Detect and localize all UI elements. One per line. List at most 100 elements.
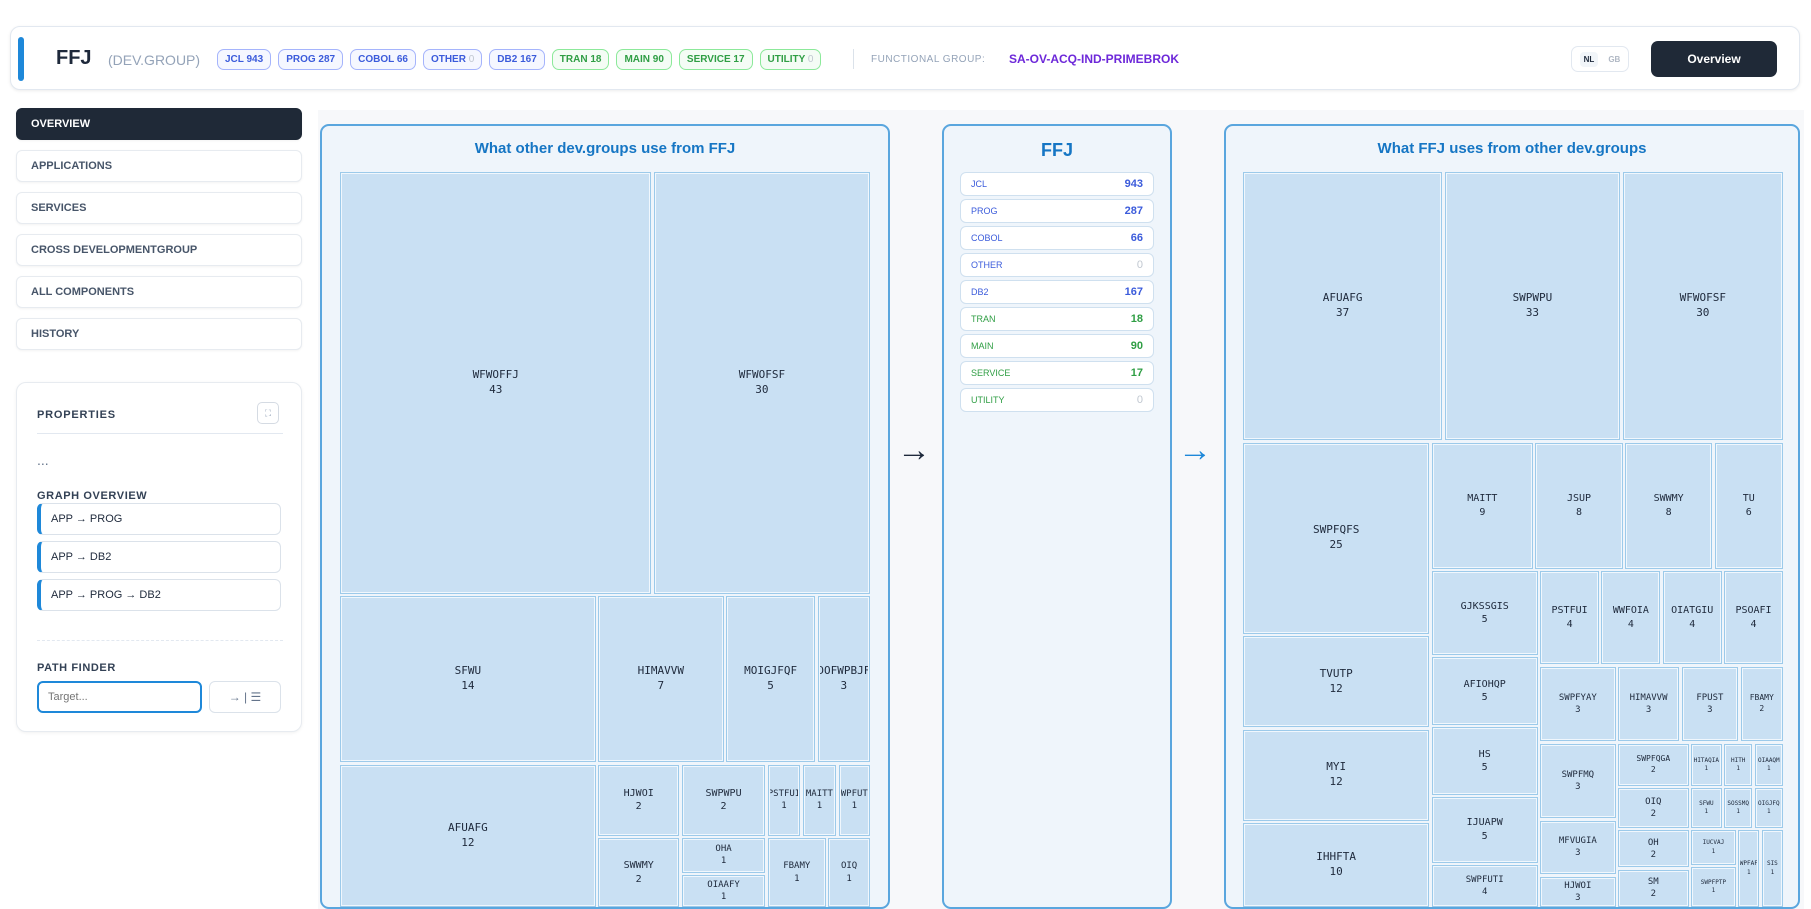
- treemap-cell-hitaqia[interactable]: HITAQIA 1: [1691, 743, 1722, 786]
- treemap-cell-swpfptp[interactable]: SWPFPTP 1: [1691, 867, 1736, 907]
- count-badge[interactable]: TRAN 18: [551, 49, 610, 70]
- treemap-cell-oiq[interactable]: OIQ 2: [1617, 788, 1689, 828]
- sidebar-item-services[interactable]: SERVICES: [16, 192, 302, 224]
- stat-row[interactable]: TRAN 18: [960, 307, 1154, 331]
- functional-group-value[interactable]: SA-OV-ACQ-IND-PRIMEBROK: [1009, 52, 1179, 66]
- count-badge-zero: 0: [468, 54, 475, 65]
- count-badge[interactable]: OTHER 0: [422, 49, 483, 70]
- treemap-cell-label: HJWOI: [623, 787, 654, 799]
- treemap-cell-swpfqga[interactable]: SWPFQGA 2: [1617, 743, 1689, 786]
- treemap-cell-psoafi[interactable]: PSOAFI 4: [1724, 571, 1783, 665]
- count-badge[interactable]: MAIN 90: [616, 49, 672, 70]
- treemap-cell-swpwpu[interactable]: SWPWPU 33: [1444, 172, 1621, 441]
- count-badge[interactable]: JCL 943: [217, 49, 272, 70]
- stat-row[interactable]: DB2 167: [960, 280, 1154, 304]
- treemap-cell-dofwpbjf[interactable]: DOFWPBJF 3: [817, 595, 870, 763]
- count-badge[interactable]: SERVICE 17: [678, 49, 753, 70]
- treemap-cell-iucvaj[interactable]: IUCVAJ 1: [1691, 830, 1736, 865]
- treemap-cell-label: OIAAQM: [1757, 756, 1780, 764]
- treemap-cell-afuafg[interactable]: AFUAFG 12: [340, 764, 596, 907]
- stat-row[interactable]: UTILITY 0: [960, 388, 1154, 412]
- treemap-cell-mfvugia[interactable]: MFVUGIA 3: [1540, 820, 1616, 875]
- treemap-cell-oigjfq[interactable]: OIGJFQ 1: [1754, 788, 1783, 828]
- treemap-cell-himavvw[interactable]: HIMAVVW 7: [598, 595, 724, 763]
- treemap-cell-swpfuti[interactable]: SWPFUTI 4: [1431, 865, 1538, 907]
- stat-row[interactable]: OTHER 0: [960, 253, 1154, 277]
- treemap-cell-swpfqfs[interactable]: SWPFQFS 25: [1243, 442, 1430, 634]
- treemap-cell-hjwoi[interactable]: HJWOI 2: [598, 764, 680, 836]
- stat-row[interactable]: MAIN 90: [960, 334, 1154, 358]
- treemap-cell-wpfut[interactable]: WPFUT 1: [838, 764, 870, 836]
- language-toggle[interactable]: NL GB: [1571, 46, 1629, 72]
- treemap-cell-sfwu[interactable]: SFWU 14: [340, 595, 596, 763]
- treemap-cell-swwmy[interactable]: SWWMY 2: [598, 838, 680, 907]
- target-input[interactable]: [37, 681, 202, 713]
- treemap-cell-oiaafy[interactable]: OIAAFY 1: [681, 874, 766, 907]
- count-badge[interactable]: PROG 287: [278, 49, 344, 70]
- treemap-cell-sossmq[interactable]: SOSSMQ 1: [1724, 788, 1753, 828]
- treemap-cell-afuafg[interactable]: AFUAFG 37: [1243, 172, 1443, 441]
- treemap-cell-maitt[interactable]: MAITT 1: [802, 764, 837, 836]
- treemap-cell-ihhfta[interactable]: IHHFTA 10: [1243, 823, 1430, 907]
- treemap-cell-sfwu[interactable]: SFWU 1: [1691, 788, 1722, 828]
- count-badge[interactable]: UTILITY 0: [759, 49, 822, 70]
- path-app-db2[interactable]: APP → DB2: [37, 541, 281, 573]
- overview-button[interactable]: Overview: [1651, 41, 1777, 77]
- treemap-cell-swpfmq[interactable]: SWPFMQ 3: [1540, 743, 1616, 819]
- treemap-cell-gjkssgis[interactable]: GJKSSGIS 5: [1431, 571, 1538, 655]
- treemap-cell-oiq[interactable]: OIQ 1: [828, 838, 870, 907]
- sidebar-item-all-components[interactable]: ALL COMPONENTS: [16, 276, 302, 308]
- treemap-cell-moigjfqf[interactable]: MOIGJFQF 5: [725, 595, 816, 763]
- sidebar-item-history[interactable]: HISTORY: [16, 318, 302, 350]
- expand-icon[interactable]: ⛶: [257, 402, 279, 424]
- treemap-cell-pstfui[interactable]: PSTFUI 4: [1540, 571, 1600, 665]
- treemap-cell-pstfui[interactable]: PSTFUI 1: [767, 764, 801, 836]
- stat-row[interactable]: COBOL 66: [960, 226, 1154, 250]
- treemap-cell-hith[interactable]: HITH 1: [1724, 743, 1753, 786]
- stat-row[interactable]: JCL 943: [960, 172, 1154, 196]
- sidebar-item-applications[interactable]: APPLICATIONS: [16, 150, 302, 182]
- outgoing-usage-panel: What FFJ uses from other dev.groups AFUA…: [1224, 124, 1800, 909]
- treemap-cell-sis[interactable]: SIS 1: [1761, 830, 1783, 907]
- treemap-cell-oiatgiu[interactable]: OIATGIU 4: [1662, 571, 1722, 665]
- lang-gb-option[interactable]: GB: [1608, 55, 1620, 64]
- treemap-cell-wfwofsf[interactable]: WFWOFSF 30: [653, 172, 870, 594]
- treemap-cell-label: SWPFUTI: [1465, 874, 1504, 885]
- stat-row[interactable]: PROG 287: [960, 199, 1154, 223]
- sidebar-item-overview[interactable]: OVERVIEW: [16, 108, 302, 140]
- treemap-cell-label: FPUST: [1696, 692, 1724, 703]
- treemap-cell-fbamy[interactable]: FBAMY 1: [767, 838, 826, 907]
- treemap-cell-jsup[interactable]: JSUP 8: [1535, 442, 1623, 569]
- treemap-cell-tu[interactable]: TU 6: [1714, 442, 1783, 569]
- path-app-prog-db2[interactable]: APP → PROG → DB2: [37, 579, 281, 611]
- treemap-cell-label: MOIGJFQF: [744, 664, 798, 678]
- treemap-cell-swwmy[interactable]: SWWMY 8: [1625, 442, 1713, 569]
- treemap-cell-hjwoi[interactable]: HJWOI 3: [1540, 876, 1616, 907]
- treemap-cell-wfwofsf[interactable]: WFWOFSF 30: [1622, 172, 1783, 441]
- treemap-cell-wwfoia[interactable]: WWFOIA 4: [1601, 571, 1661, 665]
- treemap-cell-tvutp[interactable]: TVUTP 12: [1243, 636, 1430, 728]
- treemap-cell-fpust[interactable]: FPUST 3: [1681, 666, 1739, 742]
- count-badge[interactable]: COBOL 66: [350, 49, 416, 70]
- sidebar-item-cross-developmentgroup[interactable]: CROSS DEVELOPMENTGROUP: [16, 234, 302, 266]
- lang-nl-option[interactable]: NL: [1579, 51, 1599, 67]
- treemap-cell-oiaaqm[interactable]: OIAAQM 1: [1754, 743, 1783, 786]
- treemap-cell-afiohqp[interactable]: AFIOHQP 5: [1431, 657, 1538, 725]
- treemap-cell-myi[interactable]: MYI 12: [1243, 729, 1430, 821]
- treemap-cell-wfwoffj[interactable]: WFWOFFJ 43: [340, 172, 652, 594]
- treemap-cell-himavvw[interactable]: HIMAVVW 3: [1617, 666, 1680, 742]
- stat-row[interactable]: SERVICE 17: [960, 361, 1154, 385]
- treemap-cell-sm[interactable]: SM 2: [1617, 869, 1689, 907]
- treemap-cell-swpfyay[interactable]: SWPFYAY 3: [1540, 666, 1616, 742]
- treemap-cell-hs[interactable]: HS 5: [1431, 727, 1538, 795]
- treemap-cell-ijuapw[interactable]: IJUAPW 5: [1431, 797, 1538, 863]
- treemap-cell-maitt[interactable]: MAITT 9: [1431, 442, 1534, 569]
- treemap-cell-oha[interactable]: OHA 1: [681, 838, 766, 873]
- treemap-cell-swpwpu[interactable]: SWPWPU 2: [681, 764, 766, 836]
- path-app-prog[interactable]: APP → PROG: [37, 503, 281, 535]
- path-finder-button[interactable]: → | ☰: [209, 681, 281, 713]
- treemap-cell-wpfaf[interactable]: WPFAF 1: [1738, 830, 1760, 907]
- treemap-cell-fbamy[interactable]: FBAMY 2: [1740, 666, 1783, 742]
- treemap-cell-oh[interactable]: OH 2: [1617, 830, 1689, 868]
- count-badge[interactable]: DB2 167: [489, 49, 545, 70]
